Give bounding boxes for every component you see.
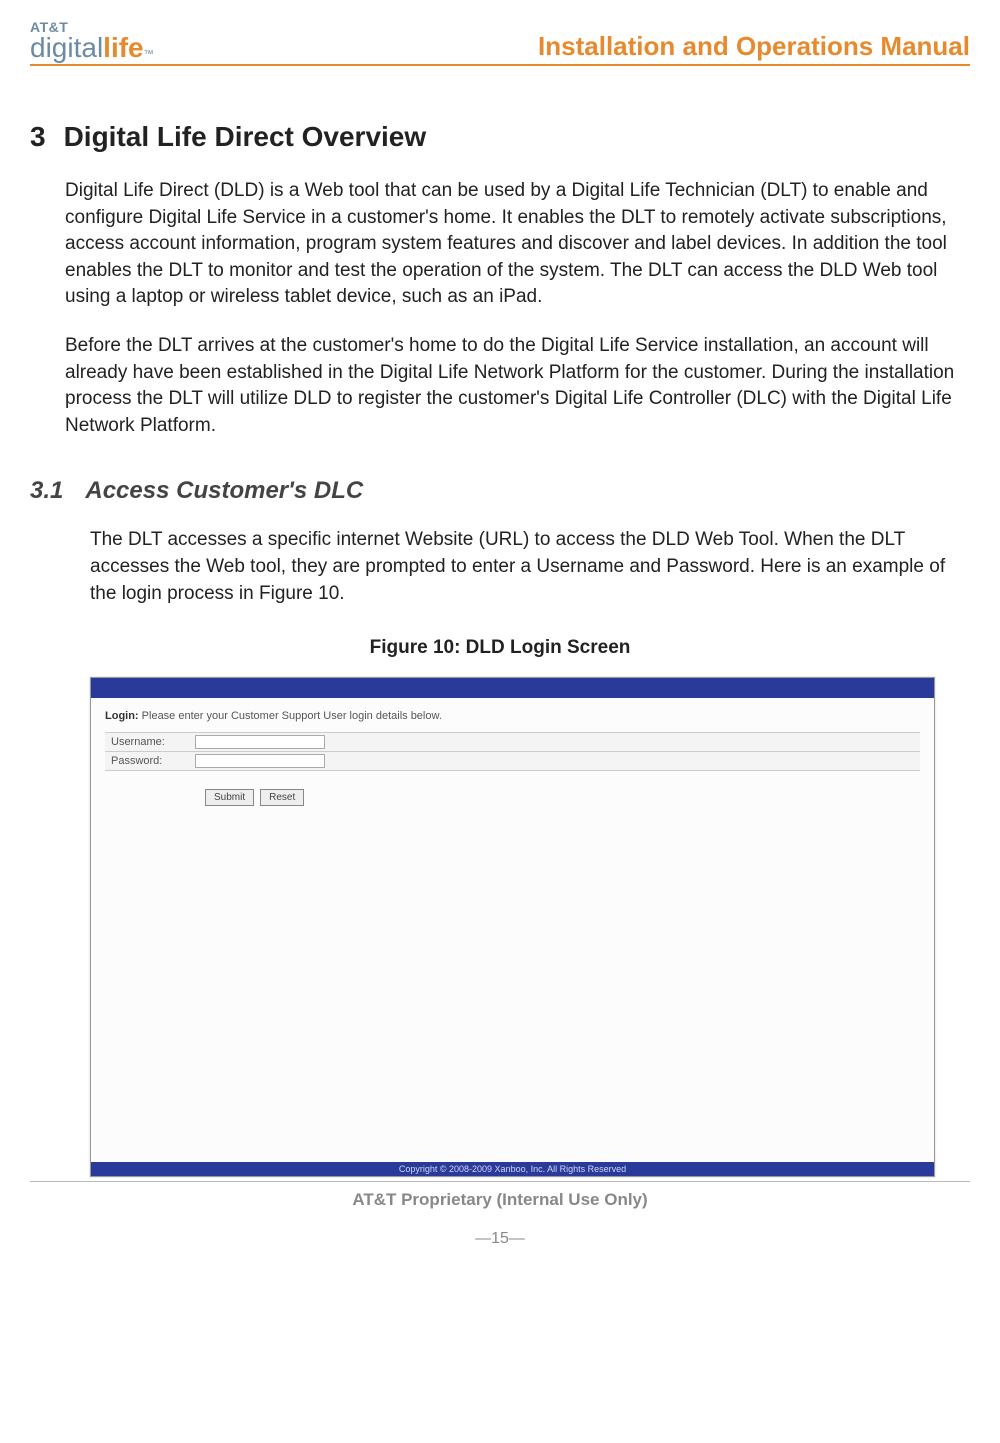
figure-password-label: Password: xyxy=(105,752,195,770)
logo-digital-text: digital xyxy=(30,34,103,62)
brand-logo: AT&T digitallife™ xyxy=(30,20,154,62)
section-title: Digital Life Direct Overview xyxy=(64,121,427,153)
logo-trademark: ™ xyxy=(144,50,154,60)
page-header: AT&T digitallife™ Installation and Opera… xyxy=(30,20,970,66)
footer-page-number: —15— xyxy=(30,1230,970,1248)
figure-login-bold: Login: xyxy=(105,710,139,722)
figure-caption: Figure 10: DLD Login Screen xyxy=(30,637,970,659)
figure-copyright-footer: Copyright © 2008-2009 Xanboo, Inc. All R… xyxy=(91,1162,934,1176)
section-paragraph-2: Before the DLT arrives at the customer's… xyxy=(65,333,970,439)
footer-proprietary: AT&T Proprietary (Internal Use Only) xyxy=(30,1190,970,1210)
figure-top-bar xyxy=(91,678,934,698)
figure-submit-button[interactable]: Submit xyxy=(205,789,254,806)
section-number: 3 xyxy=(30,121,46,153)
subsection-heading: 3.1 Access Customer's DLC xyxy=(30,477,970,505)
section-heading: 3 Digital Life Direct Overview xyxy=(30,121,970,153)
figure-login-prompt: Login: Please enter your Customer Suppor… xyxy=(105,710,920,722)
figure-username-label: Username: xyxy=(105,733,195,751)
figure-login-screen: Login: Please enter your Customer Suppor… xyxy=(90,677,935,1177)
subsection-title: Access Customer's DLC xyxy=(85,477,363,505)
subsection-number: 3.1 xyxy=(30,477,63,505)
figure-reset-button[interactable]: Reset xyxy=(260,789,304,806)
logo-life-text: life xyxy=(103,34,143,62)
subsection-paragraph-1: The DLT accesses a specific internet Web… xyxy=(90,527,970,607)
figure-username-row: Username: xyxy=(105,732,920,752)
figure-password-row: Password: xyxy=(105,752,920,771)
page-footer: AT&T Proprietary (Internal Use Only) —15… xyxy=(30,1181,970,1248)
figure-username-input[interactable] xyxy=(195,735,325,749)
document-title: Installation and Operations Manual xyxy=(538,31,970,62)
figure-password-input[interactable] xyxy=(195,754,325,768)
section-paragraph-1: Digital Life Direct (DLD) is a Web tool … xyxy=(65,178,970,311)
figure-login-text: Please enter your Customer Support User … xyxy=(139,710,442,722)
